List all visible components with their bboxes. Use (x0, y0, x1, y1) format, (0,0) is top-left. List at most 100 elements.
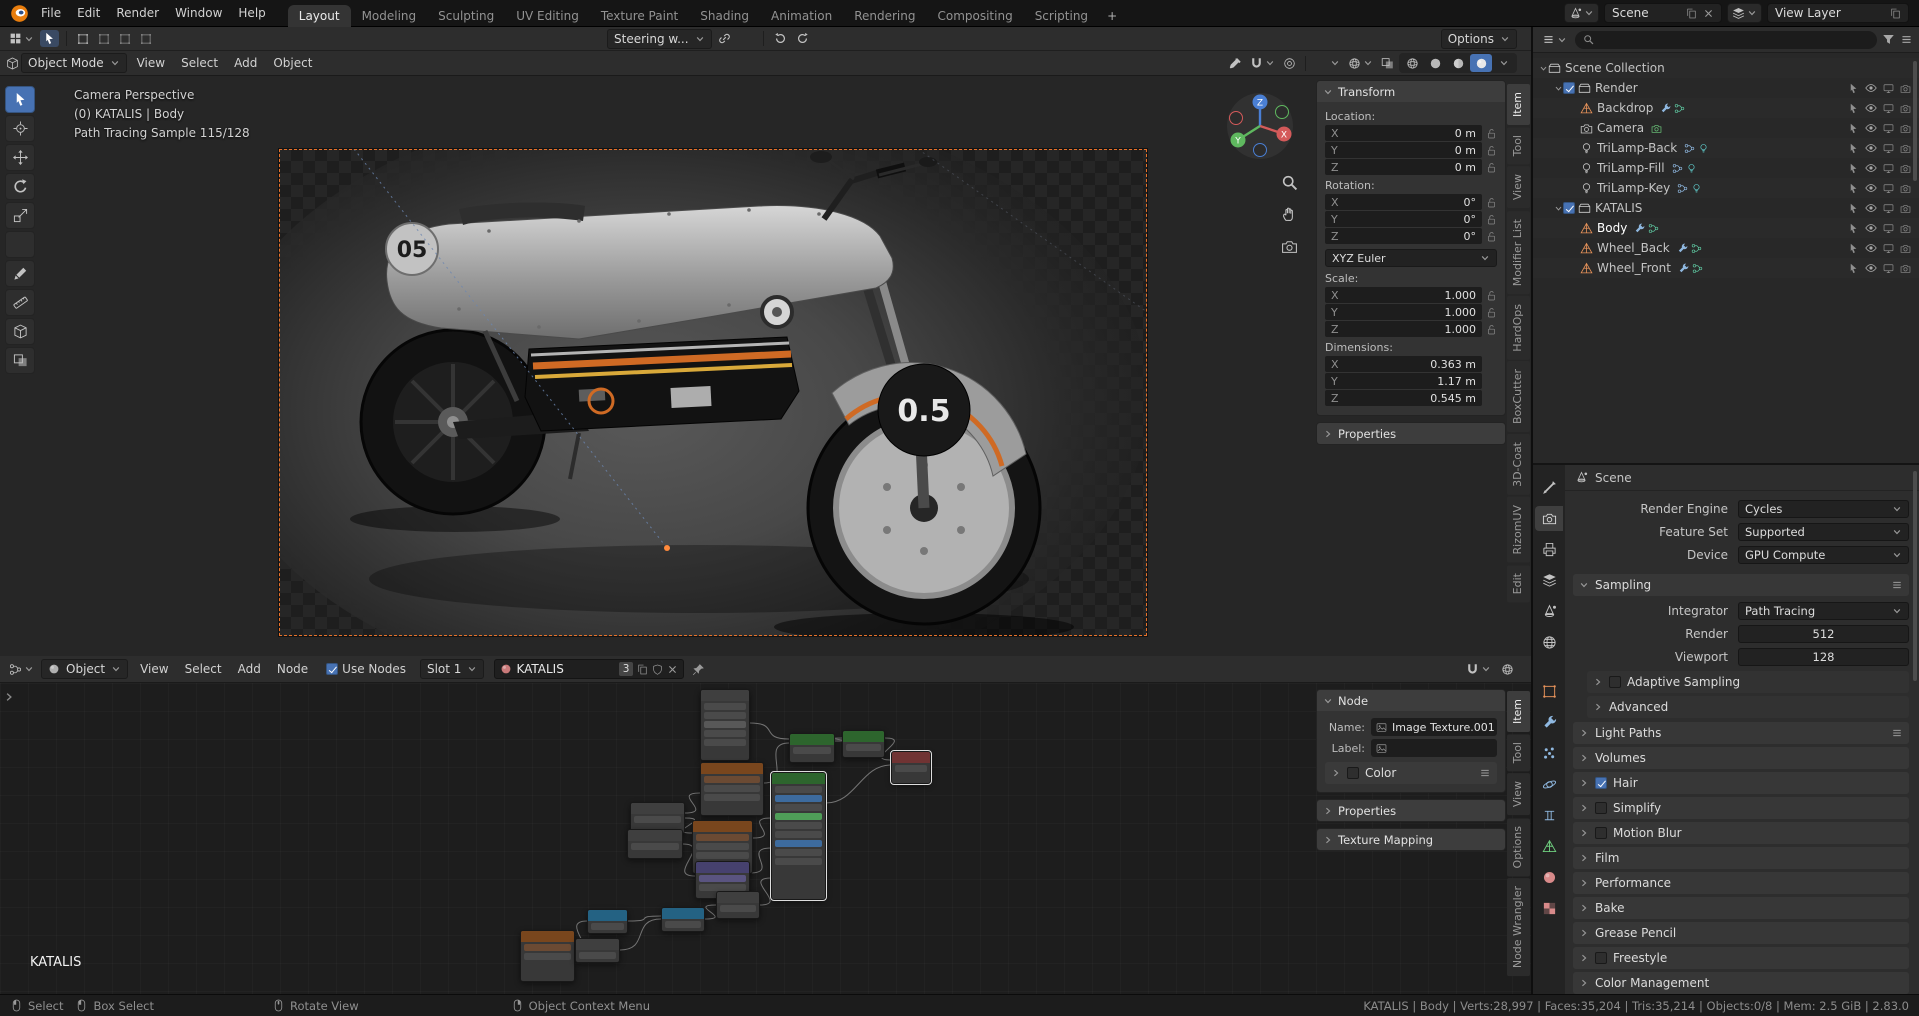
rotation-field-y[interactable]: Y 0° (1325, 211, 1482, 227)
sample-eyedropper-button[interactable] (1226, 55, 1245, 72)
shader-node-4[interactable] (890, 750, 932, 785)
workspace-tab-scripting[interactable]: Scripting (1024, 5, 1099, 27)
lock-open-icon[interactable] (1486, 128, 1497, 139)
properties-tab-output[interactable] (1535, 537, 1563, 562)
properties-tab-constraints[interactable] (1535, 803, 1563, 828)
shader-menu-select[interactable]: Select (177, 656, 230, 682)
xray-toggle-button[interactable] (1378, 55, 1397, 72)
lock-open-icon[interactable] (1486, 231, 1497, 242)
outliner-row-katalis[interactable]: KATALIS (1533, 198, 1919, 218)
shading-rendered-button[interactable] (1470, 54, 1492, 72)
disable-viewport-icon[interactable] (1883, 243, 1894, 254)
disable-render-icon[interactable] (1900, 143, 1911, 154)
move-tool[interactable] (5, 144, 35, 171)
dimensions-field-y[interactable]: Y 1.17 m (1325, 373, 1482, 389)
properties-tab-material[interactable] (1535, 865, 1563, 890)
add-workspace-button[interactable]: + (1099, 5, 1125, 27)
disable-render-icon[interactable] (1900, 123, 1911, 134)
link-toggle-button[interactable] (715, 30, 734, 47)
disable-viewport-icon[interactable] (1883, 123, 1894, 134)
properties-tab-world[interactable] (1535, 630, 1563, 655)
transform-tool[interactable] (5, 231, 35, 258)
location-field-y[interactable]: Y 0 m (1325, 142, 1482, 158)
shader-node-13[interactable] (587, 909, 628, 934)
location-field-z[interactable]: Z 0 m (1325, 159, 1482, 175)
properties-tab-scene[interactable] (1535, 599, 1563, 624)
tool-dropdown[interactable]: Steering w... (607, 28, 712, 49)
menu-help[interactable]: Help (230, 0, 273, 26)
disable-render-icon[interactable] (1900, 103, 1911, 114)
rotate-tool[interactable] (5, 173, 35, 200)
outliner-row-trilamp-fill[interactable]: TriLamp-Fill (1533, 158, 1919, 178)
shader-node-5[interactable] (700, 762, 764, 816)
outliner-row-trilamp-key[interactable]: TriLamp-Key (1533, 178, 1919, 198)
hide-viewport-icon[interactable] (1865, 162, 1877, 174)
panel-volumes[interactable]: Volumes (1573, 747, 1909, 769)
shader-node-1[interactable] (700, 689, 750, 761)
sidebar-tab-3d-coat[interactable]: 3D-Coat (1507, 434, 1530, 496)
panel-simplify[interactable]: Simplify (1573, 797, 1909, 819)
shader-node-3[interactable] (842, 730, 885, 758)
shader-menu-view[interactable]: View (132, 656, 176, 682)
properties-tab-object-data[interactable] (1535, 834, 1563, 859)
panel-checkbox[interactable] (1609, 676, 1621, 688)
sidebar-tab-view[interactable]: View (1507, 166, 1530, 209)
color-subpanel[interactable]: Color (1325, 762, 1497, 784)
view-layer-selector[interactable]: View Layer (1767, 3, 1909, 23)
sidebar-tab-item[interactable]: Item (1507, 84, 1530, 126)
viewport-samples-field[interactable]: 128 (1738, 647, 1909, 666)
disable-viewport-icon[interactable] (1883, 223, 1894, 234)
disable-render-icon[interactable] (1900, 83, 1911, 94)
lock-open-icon[interactable] (1486, 145, 1497, 156)
sidebar-tab-modifier-list[interactable]: Modifier List (1507, 210, 1530, 294)
select-mode-intersect-button[interactable] (137, 31, 155, 47)
hide-viewport-icon[interactable] (1865, 202, 1877, 214)
shading-dropdown-button[interactable] (1493, 54, 1515, 72)
workspace-tab-uv-editing[interactable]: UV Editing (505, 5, 590, 27)
panel-hair[interactable]: Hair (1573, 772, 1909, 794)
outliner-row-wheel-front[interactable]: Wheel_Front (1533, 258, 1919, 278)
pan-hand-icon[interactable] (1281, 206, 1298, 223)
active-tool-button[interactable] (40, 30, 59, 47)
disable-render-icon[interactable] (1900, 163, 1911, 174)
shader-menu-add[interactable]: Add (230, 656, 269, 682)
workspace-tab-shading[interactable]: Shading (689, 5, 760, 27)
open-toolbar-icon[interactable] (3, 691, 15, 703)
new-material-icon[interactable] (637, 664, 648, 675)
disable-viewport-icon[interactable] (1883, 263, 1894, 274)
disable-render-icon[interactable] (1900, 203, 1911, 214)
rotate-cw-button[interactable] (793, 30, 812, 47)
panel-menu-icon[interactable] (1479, 767, 1491, 779)
mode-dropdown[interactable]: Object Mode (21, 53, 127, 73)
lock-open-icon[interactable] (1486, 162, 1497, 173)
workspace-tab-animation[interactable]: Animation (760, 5, 843, 27)
shading-solid-button[interactable] (1424, 54, 1446, 72)
panel-motion-blur[interactable]: Motion Blur (1573, 822, 1909, 844)
node-snapping-button[interactable] (1463, 661, 1494, 678)
outliner-menu-icon[interactable] (1900, 33, 1913, 46)
menu-edit[interactable]: Edit (69, 0, 108, 26)
viewport-menu-select[interactable]: Select (173, 50, 226, 76)
disable-viewport-icon[interactable] (1883, 143, 1894, 154)
workspace-tab-layout[interactable]: Layout (287, 4, 351, 27)
workspace-tab-modeling[interactable]: Modeling (351, 5, 428, 27)
render-samples-field[interactable]: 512 (1738, 624, 1909, 643)
show-gizmo-button[interactable] (1312, 55, 1343, 72)
zoom-icon[interactable] (1281, 174, 1298, 191)
sidebar-tab-boxcutter[interactable]: BoxCutter (1507, 361, 1530, 433)
transform-panel-header[interactable]: Transform (1317, 81, 1505, 102)
selectable-icon[interactable] (1848, 263, 1859, 274)
shader-node-11[interactable] (716, 891, 760, 919)
properties-tab-modifiers[interactable] (1535, 710, 1563, 735)
select-mode-subtract-button[interactable] (116, 31, 134, 47)
workspace-tab-sculpting[interactable]: Sculpting (427, 5, 505, 27)
collection-checkbox[interactable] (1563, 202, 1575, 214)
shading-material-button[interactable] (1447, 54, 1469, 72)
use-nodes-label[interactable]: Use Nodes (342, 662, 406, 676)
expander-icon[interactable] (1539, 64, 1548, 73)
lock-open-icon[interactable] (1486, 197, 1497, 208)
node-sidebar-tab-options[interactable]: Options (1507, 817, 1530, 876)
properties-scrollbar[interactable] (1913, 471, 1917, 681)
disable-viewport-icon[interactable] (1883, 103, 1894, 114)
new-scene-icon[interactable] (1686, 8, 1697, 19)
